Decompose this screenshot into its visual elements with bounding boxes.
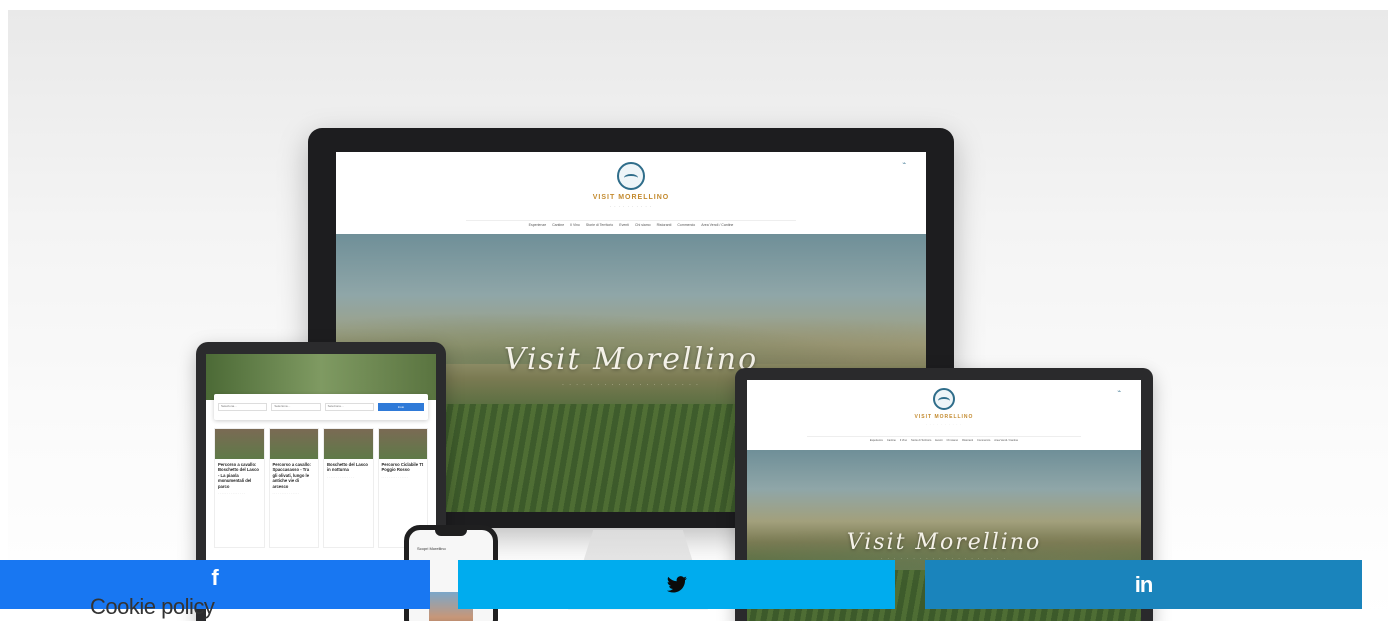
nav-item: Cantine bbox=[552, 223, 565, 227]
phone-notch bbox=[435, 530, 467, 536]
cookie-policy-link[interactable]: Cookie policy bbox=[90, 594, 215, 620]
nav-item: Area Vendi / Cantine bbox=[701, 223, 734, 227]
nav-item: Commercio bbox=[977, 439, 991, 442]
facebook-share-button[interactable]: f bbox=[0, 560, 430, 609]
site-name: VISIT MORELLINO bbox=[914, 414, 974, 420]
site-header: ⌁ VISIT MORELLINO · · · · · · · · · · Es… bbox=[747, 380, 1141, 450]
linkedin-icon: in bbox=[1134, 571, 1154, 597]
nav-item: Il Vino bbox=[899, 439, 908, 442]
site-tagline: · · · · · · · · · · bbox=[925, 422, 963, 426]
list-item: Percorso a cavallo: Spaccasasso - Tra gl… bbox=[268, 428, 319, 548]
nav-item: Eventi bbox=[935, 439, 943, 442]
search-field: Seleziona… bbox=[271, 403, 321, 411]
twitter-icon bbox=[666, 575, 688, 594]
nav-item: Cantine bbox=[886, 439, 896, 442]
cart-icon: ⌁ bbox=[1117, 389, 1121, 395]
search-button: Invio bbox=[377, 403, 424, 411]
nav-item: Commercio bbox=[677, 223, 696, 227]
nav-item: Storie di Territorio bbox=[911, 439, 932, 442]
twitter-share-button[interactable] bbox=[458, 560, 895, 609]
nav-item: Eventi bbox=[619, 223, 629, 227]
card-image bbox=[215, 429, 264, 459]
search-field: Seleziona… bbox=[218, 403, 268, 411]
tablet-cards: Percorso a cavallo: Boschetto del Lasco … bbox=[214, 428, 428, 548]
facebook-icon: f bbox=[211, 564, 219, 590]
tablet-search-bar: Seleziona… Seleziona… Seleziona… Invio bbox=[214, 394, 428, 420]
cart-icon: ⌁ bbox=[902, 161, 906, 167]
site-nav: Esperienze Cantine Il Vino Storie di Ter… bbox=[466, 220, 796, 230]
nav-item: Storie di Territorio bbox=[585, 223, 614, 227]
card-text: · · · · · · · · · · · · · · · bbox=[327, 474, 354, 479]
list-item: Percorso a cavallo: Boschetto del Lasco … bbox=[214, 428, 265, 548]
hero-title: Visit Morellino bbox=[846, 530, 1042, 555]
card-image bbox=[269, 429, 318, 459]
nav-item: Chi siamo bbox=[946, 439, 959, 442]
card-image bbox=[324, 429, 373, 459]
site-nav: Esperienze Cantine Il Vino Storie di Ter… bbox=[807, 436, 1081, 446]
phone-title: Scopri Morellino bbox=[417, 546, 446, 551]
card-title: Percorso Ciclabile Tt Poggio Rosso bbox=[381, 462, 424, 473]
devices-mockup-image: ⌁ VISIT MORELLINO · · · · · · · · · · Es… bbox=[8, 10, 1388, 621]
nav-item: Il Vino bbox=[570, 223, 580, 227]
card-title: Percorso a cavallo: Spaccasasso - Tra gl… bbox=[272, 462, 311, 489]
card-image bbox=[378, 429, 427, 459]
site-logo-icon bbox=[617, 162, 645, 190]
card-text: · · · · · · · · · · · · · · · bbox=[381, 474, 409, 479]
nav-item: Ristoranti bbox=[962, 439, 974, 442]
site-header: ⌁ VISIT MORELLINO · · · · · · · · · · Es… bbox=[336, 152, 926, 234]
linkedin-share-button[interactable]: in bbox=[925, 560, 1362, 609]
nav-item: Esperienze bbox=[528, 223, 547, 227]
search-field: Seleziona… bbox=[324, 403, 374, 411]
nav-item: Esperienze bbox=[869, 439, 883, 442]
nav-item: Area Vendi / Cantine bbox=[994, 439, 1019, 442]
card-title: Percorso a cavallo: Boschetto del Lasco … bbox=[218, 462, 259, 489]
site-name: VISIT MORELLINO bbox=[592, 194, 670, 201]
nav-item: Ristoranti bbox=[656, 223, 672, 227]
card-text: · · · · · · · · · · · · · · · bbox=[218, 491, 245, 496]
nav-item: Chi siamo bbox=[635, 223, 651, 227]
site-tagline: · · · · · · · · · · bbox=[609, 204, 653, 209]
card-title: Boschetto del Lasco in notturna bbox=[327, 462, 368, 473]
card-text: · · · · · · · · · · · · · · · bbox=[272, 491, 300, 496]
site-logo-icon bbox=[933, 388, 955, 410]
list-item: Boschetto del Lasco in notturna · · · · … bbox=[323, 428, 374, 548]
